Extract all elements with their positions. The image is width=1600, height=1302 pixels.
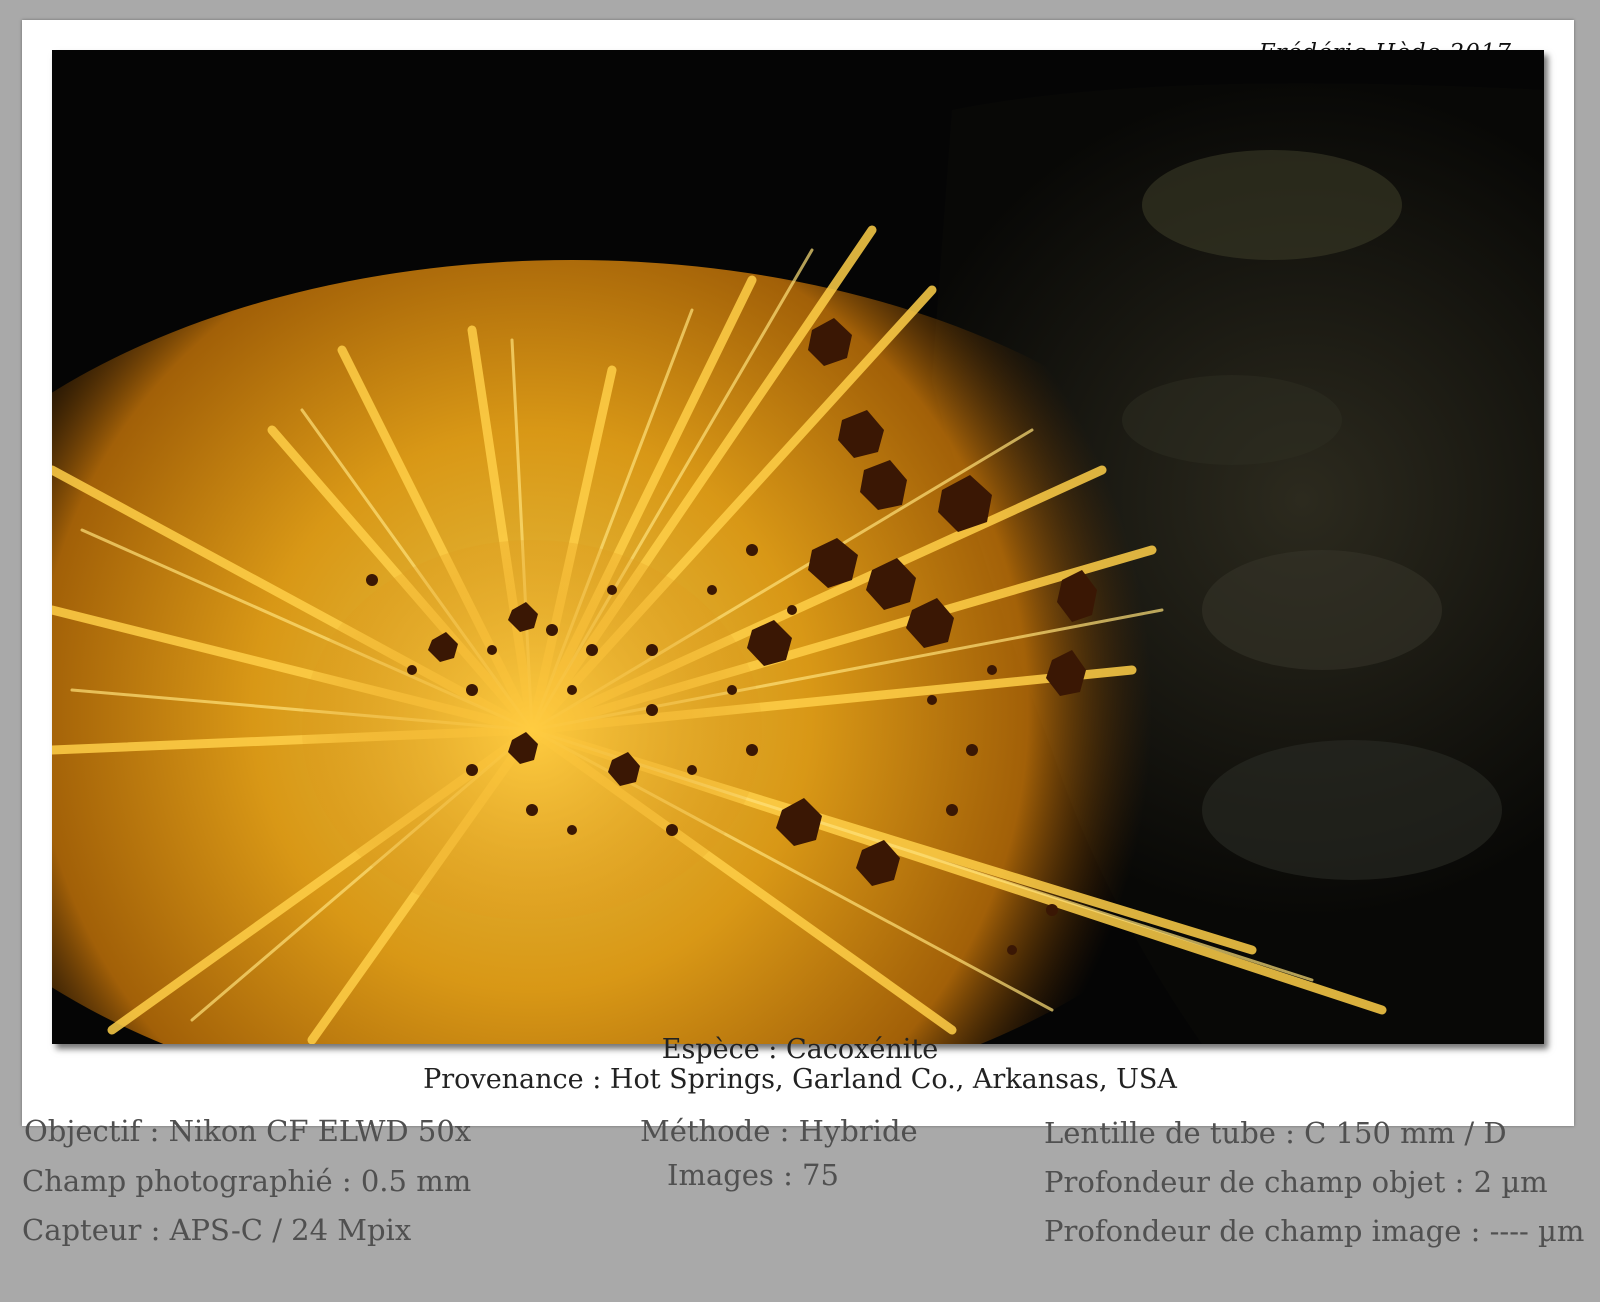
objective-spec: Objectif : Nikon CF ELWD 50x: [24, 1114, 472, 1148]
image-dof-spec: Profondeur de champ image : ---- µm: [1044, 1214, 1585, 1248]
images-spec: Images : 75: [667, 1158, 839, 1192]
mineral-photo: [52, 50, 1544, 1044]
tube-lens-spec: Lentille de tube : C 150 mm / D: [1044, 1116, 1507, 1150]
species-caption: Espèce : Cacoxénite: [661, 1034, 939, 1065]
object-dof-spec: Profondeur de champ objet : 2 µm: [1044, 1165, 1548, 1199]
sensor-spec: Capteur : APS-C / 24 Mpix: [22, 1213, 412, 1247]
method-spec: Méthode : Hybride: [640, 1114, 918, 1148]
origin-caption: Provenance : Hot Springs, Garland Co., A…: [423, 1064, 1177, 1095]
photo-frame: Frédéric Hède 2017: [22, 20, 1574, 1126]
field-spec: Champ photographié : 0.5 mm: [22, 1164, 472, 1198]
cacoxenite-crystal-image: [52, 50, 1544, 1044]
